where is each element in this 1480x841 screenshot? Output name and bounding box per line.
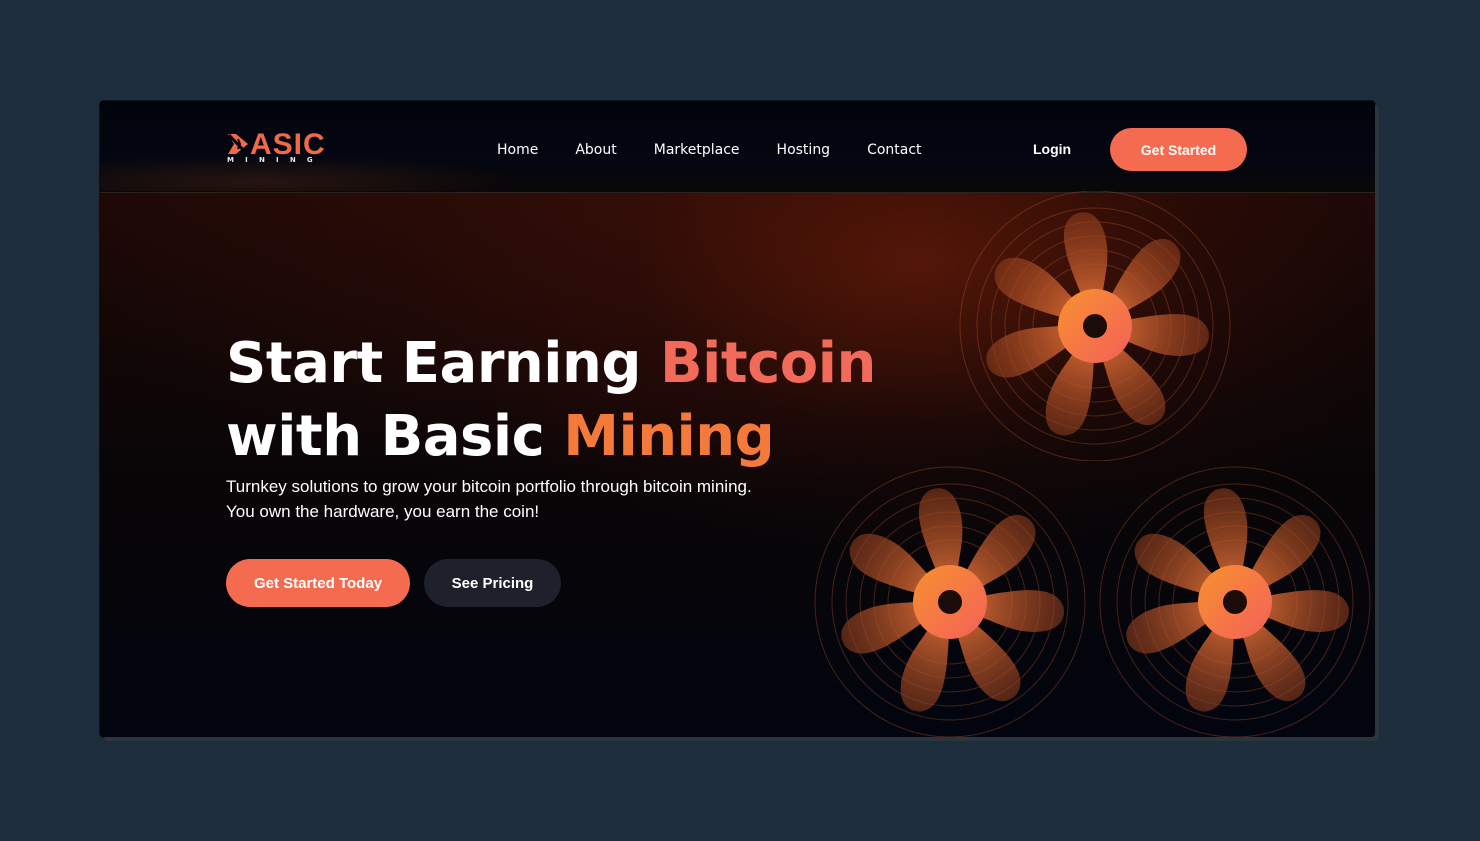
brand-logo[interactable]: ASIC MINING [226,129,336,169]
nav-links: Home About Marketplace Hosting Contact [497,141,959,159]
hero-headline: Start Earning Bitcoin with Basic Mining [226,327,876,473]
mining-fan-icon [810,466,1090,737]
nav-contact-link[interactable]: Contact [867,141,921,159]
get-started-button[interactable]: Get Started [1110,128,1247,171]
logo-mark-icon [227,133,248,155]
nav-hosting-link[interactable]: Hosting [777,141,831,159]
get-started-today-button[interactable]: Get Started Today [226,559,410,607]
browser-page: ASIC MINING Home About Marketplace Hosti… [100,101,1375,737]
mining-fan-icon [1095,466,1375,737]
top-navigation: ASIC MINING Home About Marketplace Hosti… [100,101,1375,193]
headline-line2-white: with Basic [226,404,545,469]
nav-home-link[interactable]: Home [497,141,538,159]
see-pricing-button[interactable]: See Pricing [424,559,561,607]
headline-line1-white: Start Earning [226,331,641,396]
headline-line2-accent: Mining [563,404,775,469]
headline-line1-accent: Bitcoin [659,331,876,396]
login-link[interactable]: Login [1033,140,1071,158]
hero-subtitle: Turnkey solutions to grow your bitcoin p… [226,477,752,521]
mining-fan-icon [955,190,1235,465]
nav-about-link[interactable]: About [575,141,616,159]
logo-subtitle: MINING [227,156,324,164]
nav-marketplace-link[interactable]: Marketplace [654,141,740,159]
